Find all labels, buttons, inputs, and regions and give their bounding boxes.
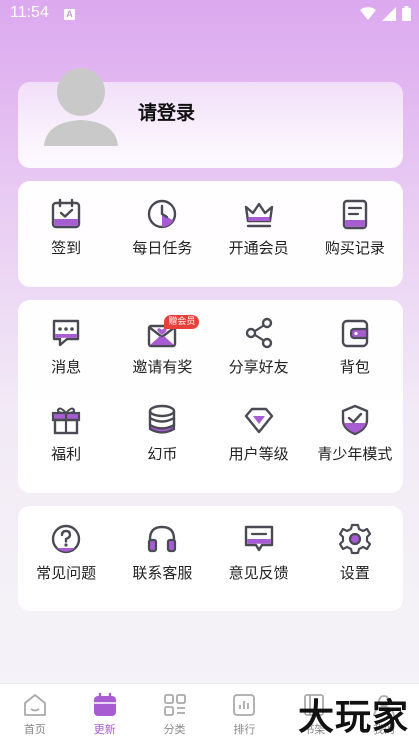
messages-button[interactable]: 消息 [18,316,114,403]
calendar-icon [93,692,116,716]
share-button[interactable]: 分享好友 [211,316,307,403]
wallet-icon [341,319,369,348]
battery-icon [402,6,411,21]
item-label: 邀请有奖 [132,358,193,376]
clock-icon [148,199,177,229]
crown-icon [244,202,273,228]
tab-label: 首页 [23,723,46,736]
gift-icon [52,407,81,435]
coins-button[interactable]: 幻币 [114,403,210,490]
feedback-icon [244,525,273,552]
gear-icon [338,523,371,555]
tab-update[interactable]: 更新 [70,684,140,746]
invite-button[interactable]: 赠会员 邀请有奖 [114,315,210,403]
coins-icon [149,404,176,434]
tab-label: 分类 [163,723,186,736]
support-card: 常见问题 联系客服 意见反馈 设置 [18,506,403,611]
daily-tasks-button[interactable]: 每日任务 [114,197,210,284]
item-label: 幻币 [147,445,178,463]
contact-support-button[interactable]: 联系客服 [114,522,210,609]
faq-button[interactable]: 常见问题 [18,522,114,609]
sign-in-button[interactable]: 签到 [18,197,114,284]
item-label: 青少年模式 [317,445,393,463]
backpack-button[interactable]: 背包 [307,316,403,403]
vip-gift-badge: 赠会员 [164,315,200,329]
vip-button[interactable]: 开通会员 [211,197,307,284]
profile-card[interactable]: 请登录 [18,68,403,168]
avatar-icon[interactable] [42,64,120,146]
item-label: 签到 [51,239,82,257]
item-label: 消息 [51,358,82,376]
grid-icon [163,694,186,716]
chat-icon [52,319,80,347]
item-label: 分享好友 [228,358,289,376]
tab-label: 更新 [93,723,116,736]
item-label: 联系客服 [132,564,193,582]
features-card: 消息 赠会员 邀请有奖 分享好友 背包 福利 幻币 用户等级 青少年模式 [18,300,403,493]
calendar-check-icon [51,198,81,229]
purchase-history-button[interactable]: 购买记录 [307,197,403,284]
wifi-icon [360,6,376,20]
tab-category[interactable]: 分类 [140,684,210,746]
settings-button[interactable]: 设置 [307,522,403,609]
diamond-icon [244,407,273,434]
tab-label: 排行 [233,723,256,736]
notification-icon: A [64,9,75,20]
question-icon [51,524,81,554]
share-icon [245,317,272,349]
headset-icon [148,525,177,553]
item-label: 购买记录 [324,239,385,257]
tab-home[interactable]: 首页 [0,684,70,746]
benefits-button[interactable]: 福利 [18,403,114,490]
quick-actions-card: 签到 每日任务 开通会员 购买记录 [18,181,403,287]
home-icon [24,694,46,716]
shield-check-icon [341,404,369,436]
item-label: 每日任务 [132,239,193,257]
item-label: 用户等级 [228,445,289,463]
item-label: 意见反馈 [228,564,289,582]
status-bar: 11:54 A [0,0,419,30]
tab-ranking[interactable]: 排行 [209,684,279,746]
item-label: 开通会员 [228,239,289,257]
teen-mode-button[interactable]: 青少年模式 [307,403,403,490]
item-label: 福利 [51,445,82,463]
item-label: 背包 [339,358,370,376]
watermark-logo: 大玩家 [297,696,409,738]
login-link[interactable]: 请登录 [138,98,195,125]
user-level-button[interactable]: 用户等级 [211,403,307,490]
status-time: 11:54 [10,4,49,21]
item-label: 设置 [339,564,370,582]
feedback-button[interactable]: 意见反馈 [211,522,307,609]
signal-icon [382,6,396,21]
item-label: 常见问题 [36,564,97,582]
receipt-icon [342,199,368,230]
chart-icon [233,694,256,716]
